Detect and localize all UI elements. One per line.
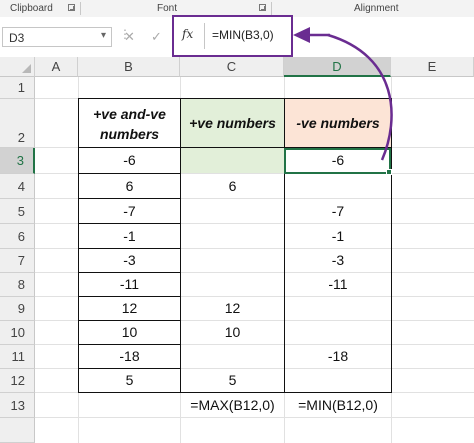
annotation-arrow-icon <box>293 27 393 161</box>
